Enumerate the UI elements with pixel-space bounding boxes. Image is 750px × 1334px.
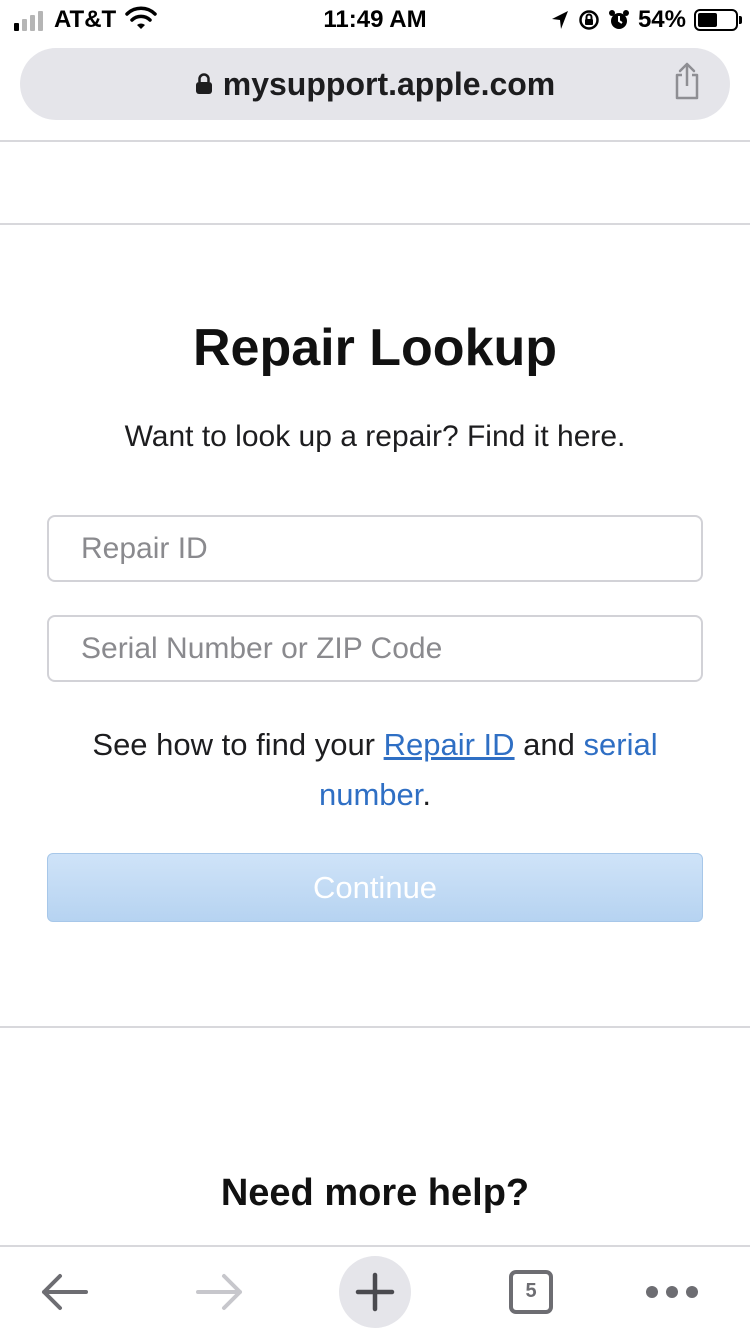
battery-icon bbox=[694, 9, 742, 31]
more-icon bbox=[646, 1285, 698, 1298]
forward-arrow-icon bbox=[196, 1273, 242, 1310]
need-more-help-heading: Need more help? bbox=[220, 1172, 530, 1214]
tab-count: 5 bbox=[509, 1269, 553, 1314]
back-button[interactable] bbox=[28, 1247, 100, 1334]
divider bbox=[0, 140, 750, 142]
more-menu-button[interactable] bbox=[636, 1247, 708, 1334]
divider bbox=[0, 223, 750, 225]
lock-icon bbox=[195, 73, 212, 94]
serial-or-zip-input[interactable] bbox=[47, 615, 703, 682]
orientation-lock-icon bbox=[579, 10, 599, 30]
alarm-icon bbox=[608, 10, 629, 29]
new-tab-button[interactable] bbox=[339, 1247, 411, 1334]
battery-percent: 54% bbox=[637, 6, 686, 33]
help-text: See how to find your Repair ID and seria… bbox=[47, 720, 703, 820]
repair-id-input[interactable] bbox=[47, 515, 703, 582]
address-bar[interactable]: mysupport.apple.com bbox=[20, 48, 730, 120]
share-icon[interactable] bbox=[672, 62, 702, 100]
help-and: and bbox=[514, 727, 584, 762]
back-arrow-icon bbox=[42, 1273, 88, 1310]
help-suffix: . bbox=[422, 777, 432, 812]
status-bar: AT&T 11:49 AM 54% bbox=[0, 0, 750, 40]
repair-id-help-link[interactable]: Repair ID bbox=[384, 727, 515, 762]
tab-switcher-button[interactable]: 5 bbox=[495, 1247, 567, 1334]
browser-toolbar: 5 bbox=[0, 1245, 750, 1334]
page-subtitle: Want to look up a repair? Find it here. bbox=[124, 420, 626, 453]
location-arrow-icon bbox=[551, 11, 568, 29]
help-prefix: See how to find your bbox=[92, 727, 384, 762]
forward-button[interactable] bbox=[184, 1247, 256, 1334]
divider bbox=[0, 1026, 750, 1028]
continue-button[interactable]: Continue bbox=[47, 853, 703, 922]
plus-icon bbox=[355, 1272, 395, 1311]
url-text[interactable]: mysupport.apple.com bbox=[223, 66, 556, 103]
page-title: Repair Lookup bbox=[192, 319, 558, 377]
